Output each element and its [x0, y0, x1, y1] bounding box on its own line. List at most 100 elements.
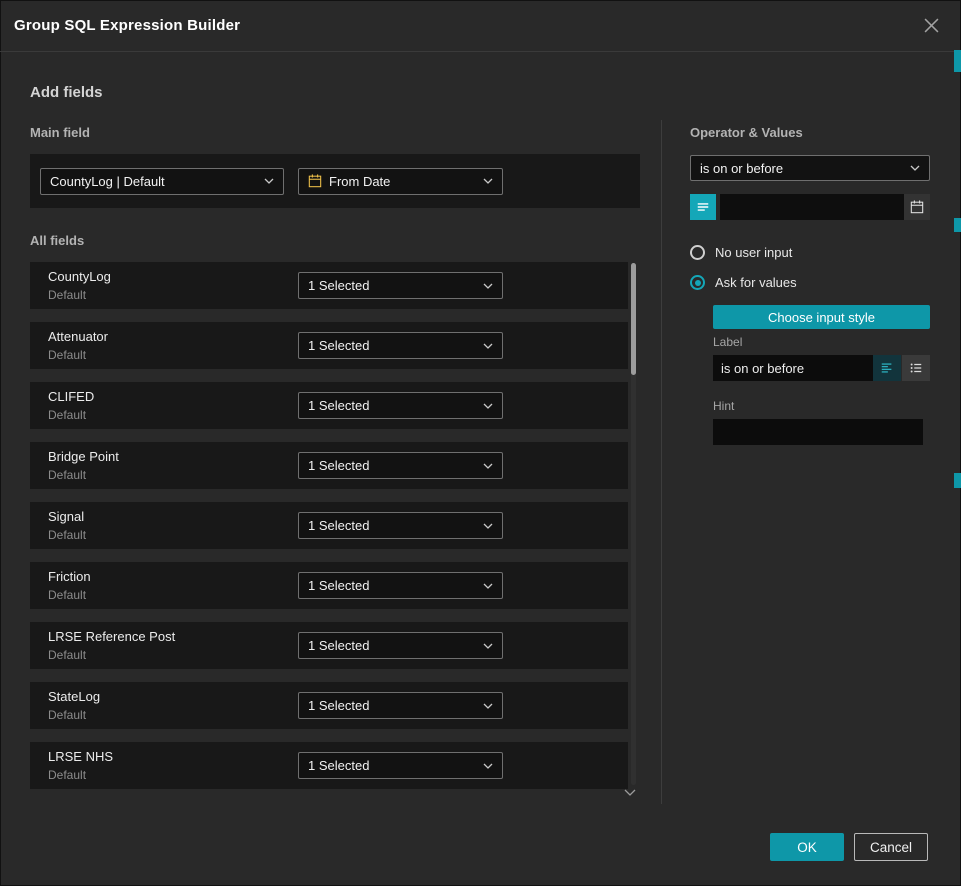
field-name: Attenuator	[48, 329, 298, 344]
label-row	[713, 355, 930, 381]
date-picker-button[interactable]	[904, 194, 930, 220]
main-field-heading: Main field	[30, 125, 90, 140]
field-values-select[interactable]: 1 Selected	[298, 632, 503, 659]
bulleted-list-icon	[909, 361, 923, 375]
ok-button[interactable]: OK	[770, 833, 844, 861]
chevron-down-icon	[483, 178, 493, 184]
calendar-icon	[308, 174, 322, 188]
value-input-mode-button[interactable]	[690, 194, 716, 220]
dialog-titlebar: Group SQL Expression Builder	[0, 0, 961, 52]
scroll-down-button[interactable]	[624, 789, 636, 796]
field-name: CountyLog	[48, 269, 298, 284]
all-fields-list: CountyLog Default 1 Selected Attenuator …	[30, 262, 628, 789]
label-input[interactable]	[713, 355, 873, 381]
text-input-style-button[interactable]	[873, 355, 901, 381]
background-artifact	[954, 473, 961, 488]
scrollbar[interactable]	[631, 263, 636, 785]
field-sublabel: Default	[48, 708, 298, 722]
ask-for-values-radio[interactable]: Ask for values	[690, 275, 797, 290]
field-meta: Bridge Point Default	[48, 449, 298, 482]
field-values-select-value: 1 Selected	[308, 398, 476, 413]
field-name: Friction	[48, 569, 298, 584]
add-fields-heading: Add fields	[30, 84, 103, 101]
hint-input[interactable]	[713, 419, 923, 445]
no-user-input-radio[interactable]: No user input	[690, 245, 792, 260]
chevron-down-icon	[483, 343, 493, 349]
field-meta: LRSE NHS Default	[48, 749, 298, 782]
calendar-icon	[910, 200, 924, 214]
field-values-select-value: 1 Selected	[308, 278, 476, 293]
scrollbar-thumb[interactable]	[631, 263, 636, 375]
field-row: LRSE NHS Default 1 Selected	[30, 742, 628, 789]
operator-values-heading: Operator & Values	[690, 125, 803, 140]
list-lines-icon	[696, 200, 710, 214]
chevron-down-icon	[624, 789, 636, 796]
value-date-input[interactable]	[720, 194, 904, 220]
field-values-select-value: 1 Selected	[308, 458, 476, 473]
field-name: Bridge Point	[48, 449, 298, 464]
field-sublabel: Default	[48, 348, 298, 362]
field-values-select[interactable]: 1 Selected	[298, 692, 503, 719]
close-button[interactable]	[920, 14, 943, 37]
layer-select[interactable]: CountyLog | Default	[40, 168, 284, 195]
field-values-select[interactable]: 1 Selected	[298, 272, 503, 299]
field-row: CLIFED Default 1 Selected	[30, 382, 628, 429]
main-date-field-value: From Date	[329, 174, 476, 189]
hint-caption: Hint	[713, 399, 734, 413]
label-caption: Label	[713, 335, 742, 349]
field-name: StateLog	[48, 689, 298, 704]
layer-select-value: CountyLog | Default	[50, 174, 257, 189]
field-row: CountyLog Default 1 Selected	[30, 262, 628, 309]
field-values-select[interactable]: 1 Selected	[298, 452, 503, 479]
main-date-field-select[interactable]: From Date	[298, 168, 503, 195]
field-sublabel: Default	[48, 588, 298, 602]
close-icon	[924, 18, 939, 33]
field-meta: CLIFED Default	[48, 389, 298, 422]
no-user-input-label: No user input	[715, 245, 792, 260]
field-sublabel: Default	[48, 468, 298, 482]
chevron-down-icon	[483, 703, 493, 709]
field-values-select[interactable]: 1 Selected	[298, 392, 503, 419]
field-meta: Friction Default	[48, 569, 298, 602]
operator-select-value: is on or before	[700, 161, 903, 176]
field-row: Signal Default 1 Selected	[30, 502, 628, 549]
field-sublabel: Default	[48, 648, 298, 662]
chevron-down-icon	[264, 178, 274, 184]
chevron-down-icon	[910, 165, 920, 171]
field-meta: Signal Default	[48, 509, 298, 542]
field-values-select[interactable]: 1 Selected	[298, 572, 503, 599]
field-values-select-value: 1 Selected	[308, 518, 476, 533]
chevron-down-icon	[483, 583, 493, 589]
field-values-select-value: 1 Selected	[308, 578, 476, 593]
field-values-select[interactable]: 1 Selected	[298, 512, 503, 539]
background-artifact	[954, 218, 961, 232]
field-values-select-value: 1 Selected	[308, 338, 476, 353]
value-row	[690, 194, 930, 220]
field-name: LRSE Reference Post	[48, 629, 298, 644]
field-meta: StateLog Default	[48, 689, 298, 722]
choose-input-style-button[interactable]: Choose input style	[713, 305, 930, 329]
radio-circle-selected-icon	[690, 275, 705, 290]
field-row: StateLog Default 1 Selected	[30, 682, 628, 729]
select-input-style-button[interactable]	[902, 355, 930, 381]
column-divider	[661, 120, 662, 804]
cancel-button[interactable]: Cancel	[854, 833, 928, 861]
field-sublabel: Default	[48, 528, 298, 542]
field-values-select[interactable]: 1 Selected	[298, 752, 503, 779]
chevron-down-icon	[483, 643, 493, 649]
field-name: LRSE NHS	[48, 749, 298, 764]
operator-select[interactable]: is on or before	[690, 155, 930, 181]
field-values-select[interactable]: 1 Selected	[298, 332, 503, 359]
background-artifact	[954, 50, 961, 72]
field-sublabel: Default	[48, 408, 298, 422]
field-name: Signal	[48, 509, 298, 524]
dialog-title: Group SQL Expression Builder	[14, 17, 240, 34]
chevron-down-icon	[483, 403, 493, 409]
field-row: LRSE Reference Post Default 1 Selected	[30, 622, 628, 669]
field-sublabel: Default	[48, 288, 298, 302]
radio-circle-icon	[690, 245, 705, 260]
field-values-select-value: 1 Selected	[308, 698, 476, 713]
chevron-down-icon	[483, 283, 493, 289]
align-left-icon	[880, 361, 894, 375]
ask-for-values-label: Ask for values	[715, 275, 797, 290]
